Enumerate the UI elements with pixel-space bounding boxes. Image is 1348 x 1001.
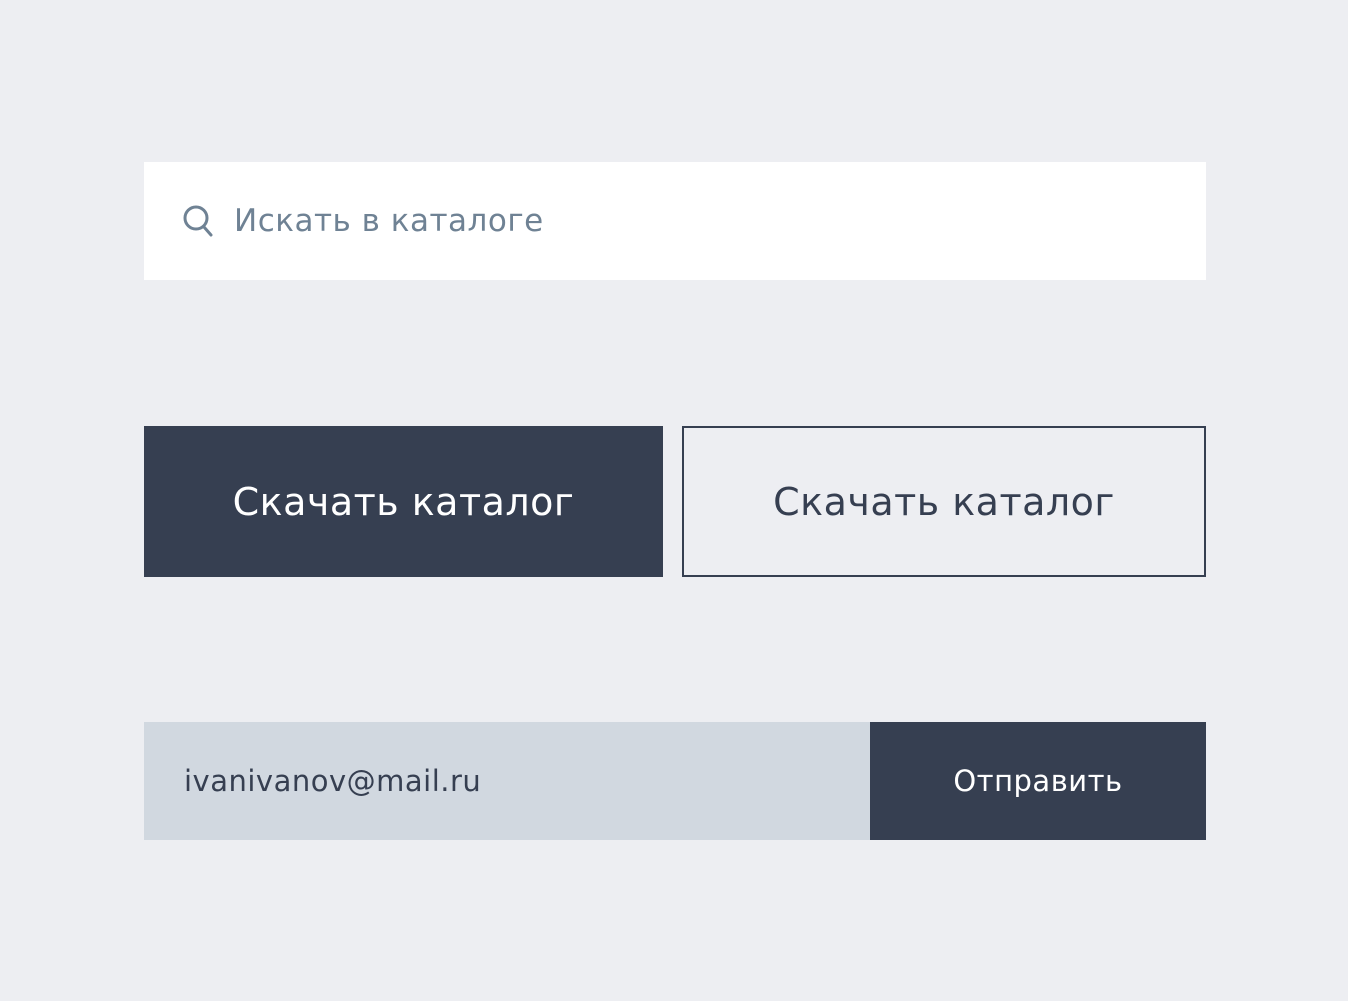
search-bar[interactable]: [144, 162, 1206, 280]
download-catalog-button-filled[interactable]: Скачать каталог: [144, 426, 663, 577]
submit-button[interactable]: Отправить: [870, 722, 1206, 840]
search-input[interactable]: [234, 162, 1206, 280]
download-catalog-button-outline[interactable]: Скачать каталог: [682, 426, 1206, 577]
search-icon: [182, 204, 216, 238]
email-field[interactable]: [184, 722, 870, 840]
email-field-container[interactable]: [144, 722, 870, 840]
subscribe-form: Отправить: [144, 722, 1206, 840]
